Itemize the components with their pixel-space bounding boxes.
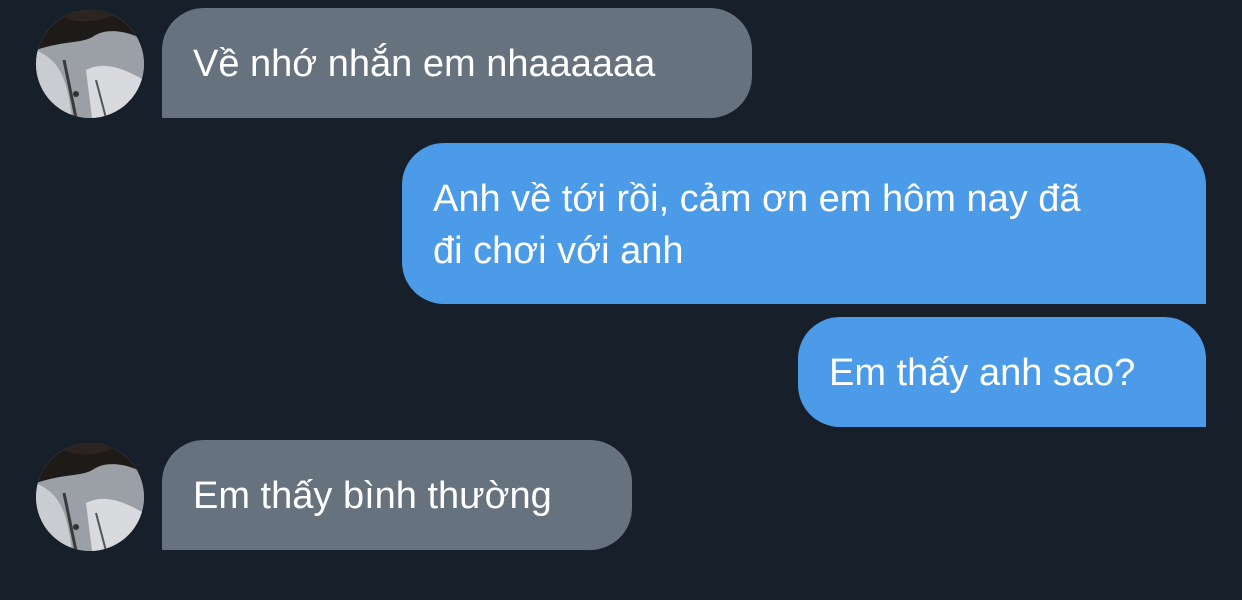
message-text-line-1: Anh về tới rồi, cảm ơn em hôm nay đã xyxy=(433,178,1081,220)
avatar-photo-icon xyxy=(36,443,144,551)
message-text: Về nhớ nhắn em nhaaaaaa xyxy=(193,43,656,85)
message-text: Em thấy anh sao? xyxy=(829,352,1136,394)
message-text-line-2: đi chơi với anh xyxy=(433,230,684,272)
message-bubble-received[interactable]: Em thấy bình thường xyxy=(162,440,632,550)
message-bubble-sent[interactable]: Anh về tới rồi, cảm ơn em hôm nay đã đi … xyxy=(402,143,1206,304)
message-text: Em thấy bình thường xyxy=(193,475,552,517)
message-bubble-sent[interactable]: Em thấy anh sao? xyxy=(798,317,1206,427)
contact-avatar[interactable] xyxy=(36,443,144,551)
avatar-photo-icon xyxy=(36,10,144,118)
chat-thread: Về nhớ nhắn em nhaaaaaa Anh về tới rồi, … xyxy=(0,0,1242,600)
message-bubble-received[interactable]: Về nhớ nhắn em nhaaaaaa xyxy=(162,8,752,118)
contact-avatar[interactable] xyxy=(36,10,144,118)
